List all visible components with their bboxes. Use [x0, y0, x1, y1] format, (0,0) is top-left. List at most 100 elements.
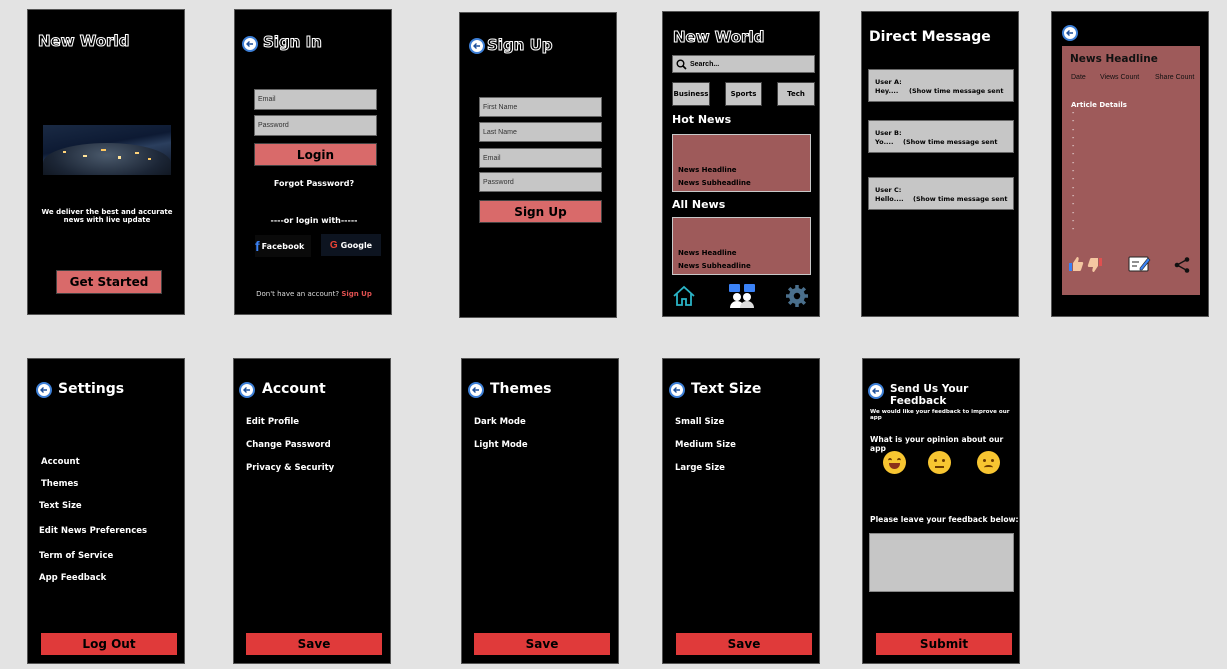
happy-emoji-icon[interactable] — [883, 451, 906, 474]
feedback-title: Send Us Your Feedback — [890, 383, 969, 407]
bullet: - — [1072, 159, 1075, 167]
settings-item-feedback[interactable]: App Feedback — [39, 573, 106, 583]
google-icon: G — [329, 239, 338, 251]
message-time: (Show time message sent — [913, 195, 1008, 203]
bullet: - — [1072, 143, 1075, 151]
password-field[interactable]: Password — [254, 115, 377, 136]
settings-item-terms[interactable]: Term of Service — [39, 551, 113, 561]
signin-title: Sign In — [263, 33, 323, 52]
theme-light-mode[interactable]: Light Mode — [474, 440, 528, 450]
settings-item-news-preferences[interactable]: Edit News Preferences — [39, 526, 147, 536]
messages-icon[interactable] — [728, 283, 756, 309]
textsize-screen: Text Size Small Size Medium Size Large S… — [662, 358, 820, 664]
settings-title: Settings — [58, 381, 125, 397]
first-name-field[interactable]: First Name — [479, 97, 602, 117]
message-time: (Show time message sent — [909, 87, 1004, 95]
submit-button[interactable]: Submit — [876, 633, 1012, 655]
search-placeholder: Search... — [690, 60, 720, 68]
email-field[interactable]: Email — [479, 148, 602, 168]
logout-button[interactable]: Log Out — [41, 633, 177, 655]
category-tech[interactable]: Tech — [777, 82, 815, 106]
settings-item-text-size[interactable]: Text Size — [39, 501, 82, 511]
message-item[interactable]: User B: Yo.... (Show time message sent — [868, 120, 1014, 153]
text-size-small[interactable]: Small Size — [675, 417, 724, 427]
save-button[interactable]: Save — [676, 633, 812, 655]
hot-news-card[interactable]: News Headline News Subheadline — [672, 134, 811, 192]
bullet: - — [1072, 226, 1075, 234]
no-account-text: Don't have an account? — [256, 290, 340, 298]
back-arrow-icon[interactable] — [242, 36, 258, 52]
back-arrow-icon[interactable] — [1062, 25, 1078, 41]
bullet: - — [1072, 151, 1075, 159]
facebook-label: Facebook — [261, 241, 305, 251]
news-subheadline: News Subheadline — [678, 179, 751, 187]
account-screen: Account Edit Profile Change Password Pri… — [233, 358, 391, 664]
search-input[interactable]: Search... — [672, 55, 815, 73]
all-news-heading: All News — [672, 198, 726, 211]
thumbs-up-icon[interactable] — [1068, 256, 1084, 272]
signup-screen: Sign Up First Name Last Name Email Passw… — [459, 12, 617, 318]
neutral-emoji-icon[interactable] — [928, 451, 951, 474]
login-button[interactable]: Login — [254, 143, 377, 166]
back-arrow-icon[interactable] — [468, 382, 484, 398]
signup-button[interactable]: Sign Up — [479, 200, 602, 223]
message-time: (Show time message sent — [903, 138, 998, 146]
article-headline: News Headline — [1070, 53, 1158, 65]
share-icon[interactable] — [1173, 256, 1191, 274]
back-arrow-icon[interactable] — [669, 382, 685, 398]
save-button[interactable]: Save — [474, 633, 610, 655]
google-button[interactable]: G Google — [321, 234, 381, 256]
get-started-button[interactable]: Get Started — [56, 270, 162, 294]
search-icon — [676, 59, 687, 70]
signup-link[interactable]: Sign Up — [341, 290, 372, 298]
home-icon[interactable] — [672, 285, 696, 307]
forgot-password-link[interactable]: Forgot Password? — [235, 179, 391, 188]
settings-item-account[interactable]: Account — [41, 457, 80, 467]
category-sports[interactable]: Sports — [725, 82, 762, 106]
bullet: - — [1072, 126, 1075, 134]
dm-title: Direct Message — [869, 29, 991, 45]
article-bullets: - - - - - - - - - - - - - - - — [1072, 110, 1074, 234]
bullet: - — [1072, 176, 1075, 184]
article-card: News Headline Date Views Count Share Cou… — [1062, 46, 1200, 295]
message-item[interactable]: User C: Hello.... (Show time message sen… — [868, 177, 1014, 210]
account-item-edit-profile[interactable]: Edit Profile — [246, 417, 299, 427]
bullet: - — [1072, 110, 1075, 117]
welcome-screen: New World We deliver the best and accura… — [27, 9, 185, 315]
message-item[interactable]: User A: Hey.... (Show time message sent — [868, 69, 1014, 102]
account-item-privacy[interactable]: Privacy & Security — [246, 463, 334, 473]
feedback-intro: We would like your feedback to improve o… — [870, 409, 1010, 421]
text-size-medium[interactable]: Medium Size — [675, 440, 736, 450]
password-field[interactable]: Password — [479, 172, 602, 192]
message-user: User A: — [875, 78, 902, 86]
back-arrow-icon[interactable] — [868, 383, 884, 399]
account-item-change-password[interactable]: Change Password — [246, 440, 331, 450]
article-views: Views Count — [1100, 74, 1140, 81]
message-user: User C: — [875, 186, 902, 194]
bullet: - — [1072, 134, 1075, 142]
bullet: - — [1072, 184, 1075, 192]
last-name-field[interactable]: Last Name — [479, 122, 602, 142]
bullet: - — [1072, 168, 1075, 176]
text-size-large[interactable]: Large Size — [675, 463, 725, 473]
save-button[interactable]: Save — [246, 633, 382, 655]
settings-item-themes[interactable]: Themes — [41, 479, 78, 489]
back-arrow-icon[interactable] — [239, 382, 255, 398]
sad-emoji-icon[interactable] — [977, 451, 1000, 474]
theme-dark-mode[interactable]: Dark Mode — [474, 417, 526, 427]
feedback-textarea[interactable] — [869, 533, 1014, 592]
textsize-title: Text Size — [691, 381, 762, 397]
article-details: Article Details — [1071, 101, 1127, 109]
gear-icon[interactable] — [785, 284, 809, 308]
message-text: Yo.... — [875, 138, 894, 146]
thumbs-down-icon[interactable] — [1087, 257, 1103, 273]
feedback-screen: Send Us Your Feedback We would like your… — [862, 358, 1020, 664]
facebook-button[interactable]: f Facebook — [255, 235, 311, 257]
all-news-card[interactable]: News Headline News Subheadline — [672, 217, 811, 275]
category-business[interactable]: Business — [672, 82, 710, 106]
back-arrow-icon[interactable] — [36, 382, 52, 398]
article-screen: News Headline Date Views Count Share Cou… — [1051, 11, 1209, 317]
back-arrow-icon[interactable] — [469, 38, 485, 54]
comment-icon[interactable] — [1128, 255, 1152, 273]
email-field[interactable]: Email — [254, 89, 377, 110]
